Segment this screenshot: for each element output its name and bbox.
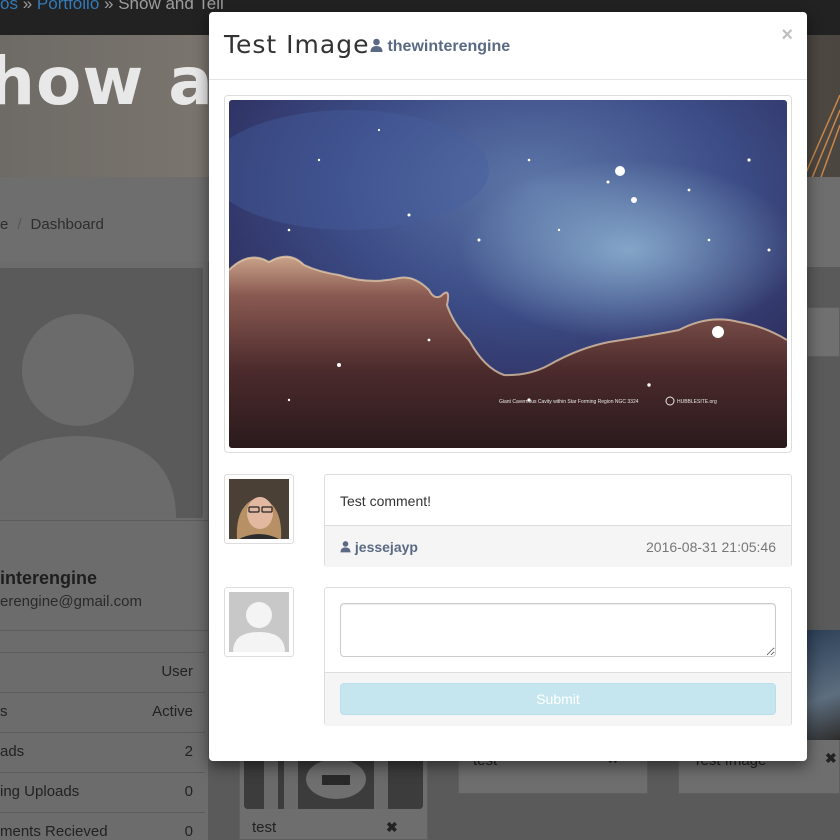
nav-link-first[interactable]: os: [0, 0, 18, 13]
stat-value: 2: [184, 743, 193, 760]
image-frame: Giant Cavernous Cavity within Star Formi…: [224, 95, 792, 453]
current-user-avatar: [224, 587, 294, 657]
profile-name: interengine: [0, 568, 98, 588]
comment-input[interactable]: [340, 603, 776, 657]
close-button[interactable]: ×: [781, 24, 793, 47]
modal-header: Test Image thewinterengine ×: [209, 12, 807, 80]
breadcrumb-separator: /: [17, 216, 22, 233]
breadcrumb-home[interactable]: e: [0, 216, 8, 233]
profile-stat-row: ads 2: [0, 732, 205, 772]
stat-value: Active: [152, 703, 193, 720]
image-modal: Test Image thewinterengine × Giant Caver…: [209, 12, 807, 761]
nav-separator: »: [22, 0, 33, 13]
default-user-icon: [0, 268, 203, 518]
profile-stat-row: User: [0, 652, 205, 692]
user-icon: [370, 38, 383, 52]
stat-label: ments Recieved: [0, 823, 108, 840]
comment-text: Test comment!: [340, 493, 432, 509]
nebula-image[interactable]: Giant Cavernous Cavity within Star Formi…: [229, 100, 787, 448]
image-credit: HUBBLESITE.org: [677, 399, 717, 405]
profile-sidebar: interengine erengine@gmail.com User s Ac…: [0, 262, 209, 840]
image-owner[interactable]: thewinterengine: [370, 38, 510, 56]
profile-stat-row: s Active: [0, 692, 205, 732]
submit-button[interactable]: Submit: [340, 683, 776, 715]
profile-stat-row: ing Uploads 0: [0, 772, 205, 812]
background-panel: [807, 307, 840, 357]
gallery-thumbnail[interactable]: [806, 630, 840, 742]
divider: [0, 520, 209, 521]
stat-label: ads: [0, 743, 25, 760]
stat-value: User: [161, 663, 193, 680]
stat-value: 0: [184, 823, 193, 840]
image-owner-name[interactable]: thewinterengine: [387, 38, 510, 55]
user-icon: [340, 541, 351, 553]
profile-stat-row: ments Recieved 0: [0, 812, 205, 840]
commenter-avatar[interactable]: [224, 474, 294, 544]
gallery-thumbnail[interactable]: [244, 761, 423, 809]
nav-breadcrumb: os » Portfolio » Show and Tell: [0, 0, 224, 14]
profile-email: erengine@gmail.com: [0, 593, 142, 610]
nav-separator: »: [104, 0, 114, 13]
commenter-photo-icon: [229, 479, 289, 539]
image-caption: Giant Cavernous Cavity within Star Formi…: [499, 399, 639, 405]
nav-link-portfolio[interactable]: Portfolio: [37, 0, 99, 13]
stat-label: ing Uploads: [0, 783, 80, 800]
comment: Test comment! jessejayp 2016-08-31 21:05…: [324, 474, 792, 567]
new-comment-footer: Submit: [325, 672, 791, 726]
modal-title: Test Image: [224, 30, 370, 59]
breadcrumb: e / Dashboard: [0, 216, 104, 233]
comment-timestamp: 2016-08-31 21:05:46: [646, 539, 776, 555]
comment-footer: jessejayp 2016-08-31 21:05:46: [325, 525, 791, 567]
breadcrumb-current: Dashboard: [30, 216, 104, 233]
remove-icon[interactable]: ✖: [825, 750, 837, 767]
profile-avatar: [0, 268, 203, 518]
comment-author[interactable]: jessejayp: [340, 539, 418, 555]
nebula-image-graphic: Giant Cavernous Cavity within Star Formi…: [229, 100, 787, 448]
stat-label: s: [0, 703, 8, 720]
nav-current-page: Show and Tell: [118, 0, 224, 13]
remove-icon[interactable]: ✖: [386, 819, 398, 836]
divider: [0, 630, 209, 631]
default-user-icon: [229, 592, 289, 652]
gallery-caption: test: [252, 819, 277, 836]
skull-image-icon: [244, 761, 423, 809]
stat-value: 0: [184, 783, 193, 800]
new-comment-form: Submit: [324, 587, 792, 726]
comment-author-name[interactable]: jessejayp: [355, 539, 418, 555]
